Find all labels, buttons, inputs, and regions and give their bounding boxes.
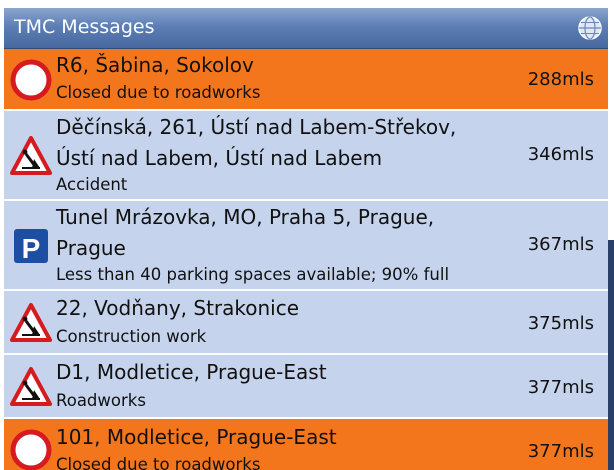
message-distance: 346mls <box>527 144 594 165</box>
message-distance: 367mls <box>527 234 594 255</box>
title-bar: TMC Messages <box>4 8 608 49</box>
message-description: Accident <box>56 175 128 194</box>
message-row[interactable]: Děčínská, 261, Ústí nad Labem-Střekov, Ú… <box>4 111 608 201</box>
message-location: D1, Modletice, Prague-East <box>56 360 327 384</box>
parking-icon: P <box>14 229 48 264</box>
message-description: Roadworks <box>56 391 146 410</box>
message-row[interactable]: R6, Šabina, Sokolov Closed due to roadwo… <box>4 49 608 111</box>
message-row[interactable]: P Tunel Mrázovka, MO, Praha 5, Prague, P… <box>4 201 608 291</box>
message-location-cont: Prague <box>56 236 126 260</box>
message-row[interactable]: 22, Vodňany, Strakonice Construction wor… <box>4 291 608 355</box>
roadworks-warning-icon <box>10 367 52 406</box>
message-distance: 377mls <box>527 441 594 462</box>
messages-list: R6, Šabina, Sokolov Closed due to roadwo… <box>4 49 608 470</box>
message-location: 101, Modletice, Prague-East <box>56 425 337 449</box>
message-distance: 375mls <box>527 313 594 334</box>
message-distance: 288mls <box>527 69 594 90</box>
roadworks-warning-icon <box>10 136 52 175</box>
message-location: R6, Šabina, Sokolov <box>56 53 254 77</box>
tmc-screen: TMC Messages R6, Šabina, Sokolov Closed … <box>0 0 614 470</box>
no-entry-icon <box>10 429 52 470</box>
message-description: Closed due to roadworks <box>56 83 261 102</box>
no-entry-icon <box>10 59 52 101</box>
message-description: Less than 40 parking spaces available; 9… <box>56 265 450 284</box>
message-location: 22, Vodňany, Strakonice <box>56 296 300 320</box>
message-distance: 377mls <box>527 377 594 398</box>
message-location: Tunel Mrázovka, MO, Praha 5, Prague, <box>56 205 435 229</box>
message-description: Closed due to roadworks <box>56 455 261 470</box>
message-row[interactable]: D1, Modletice, Prague-East Roadworks 377… <box>4 355 608 419</box>
message-row[interactable]: 101, Modletice, Prague-East Closed due t… <box>4 419 608 470</box>
message-description: Construction work <box>56 327 207 346</box>
svg-text:P: P <box>22 233 41 264</box>
page-title: TMC Messages <box>14 16 155 38</box>
globe-icon[interactable] <box>578 16 602 40</box>
scrollbar[interactable] <box>608 240 614 470</box>
message-location: Děčínská, 261, Ústí nad Labem-Střekov, <box>56 115 457 139</box>
message-location-cont: Ústí nad Labem, Ústí nad Labem <box>56 146 383 170</box>
roadworks-warning-icon <box>10 303 52 342</box>
